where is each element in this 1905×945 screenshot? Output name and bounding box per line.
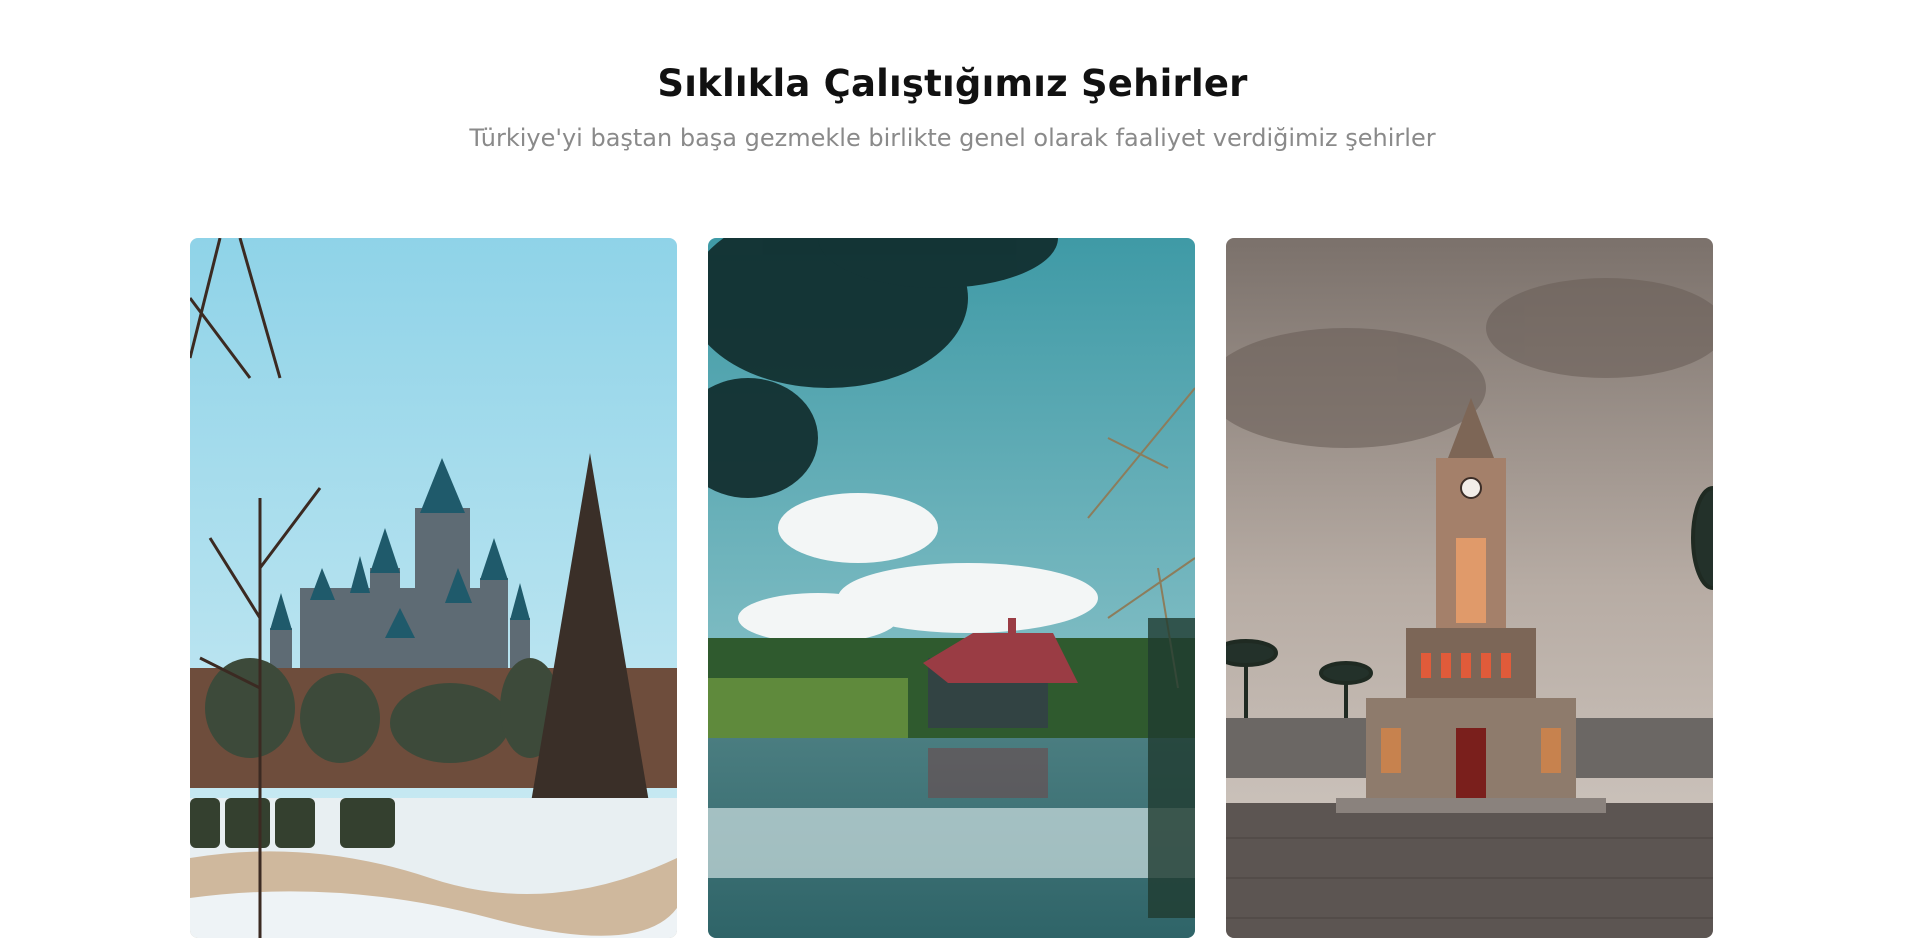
city-cards	[190, 238, 1713, 938]
castle-park-winter-image	[190, 238, 677, 938]
lake-house-forest-image	[708, 238, 1195, 938]
section-title: Sıklıkla Çalıştığımız Şehirler	[657, 62, 1248, 105]
cities-section: Sıklıkla Çalıştığımız Şehirler Türkiye'y…	[0, 0, 1905, 945]
city-card-castle[interactable]	[190, 238, 677, 938]
city-card-lake-house[interactable]	[708, 238, 1195, 938]
section-subtitle: Türkiye'yi baştan başa gezmekle birlikte…	[469, 124, 1436, 152]
city-card-clock-tower[interactable]	[1226, 238, 1713, 938]
clock-tower-square-image	[1226, 238, 1713, 938]
